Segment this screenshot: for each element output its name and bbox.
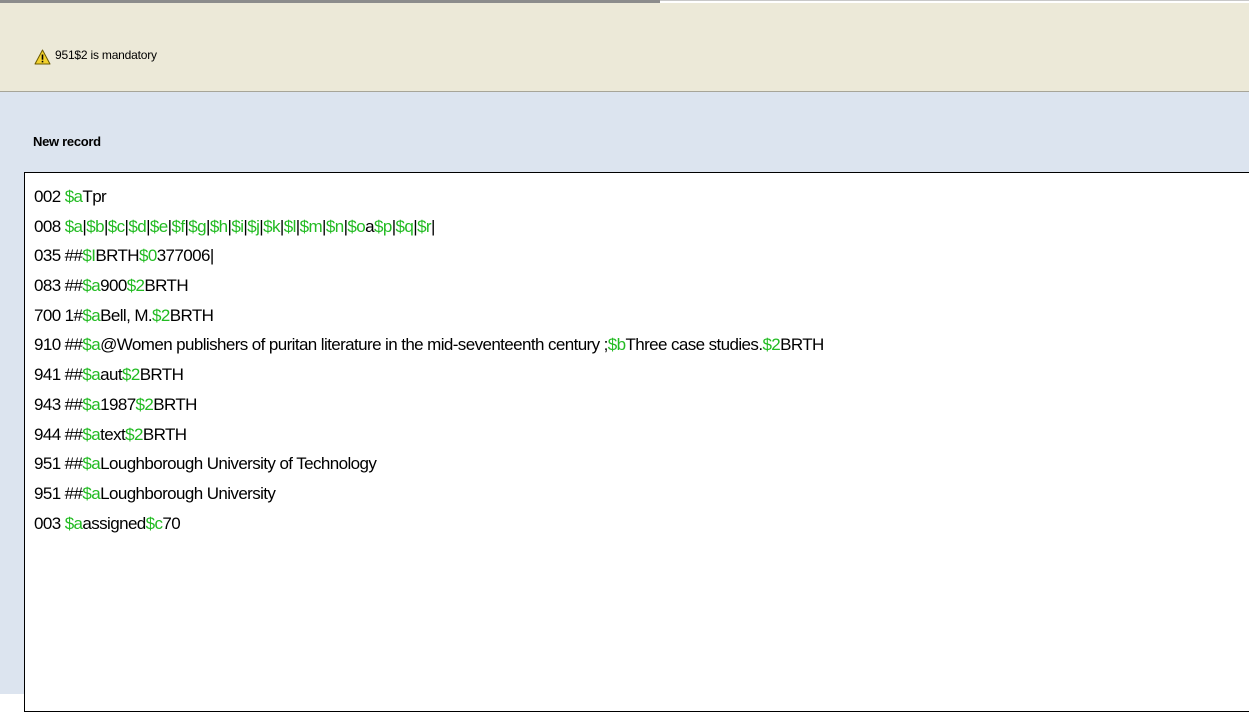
field-text: Bell, M. [100, 305, 153, 325]
field-text: 003 [34, 513, 65, 533]
subfield-code: $a [82, 483, 101, 503]
field-text: 035 ## [34, 246, 83, 266]
subfield-code: $2 [762, 335, 781, 355]
record-line[interactable]: 910 ##$a@Women publishers of puritan lit… [34, 330, 824, 360]
record-line[interactable]: 002 $aTpr [34, 182, 824, 212]
subfield-code: $2 [152, 305, 170, 325]
subfield-code: $j [247, 216, 260, 236]
record-line[interactable]: 003 $aassigned$c70 [34, 509, 824, 539]
field-text: aut [100, 365, 122, 385]
subfield-code: $o [347, 216, 366, 236]
subfield-code: $m [299, 216, 323, 236]
subfield-code: $k [263, 216, 280, 236]
record-line[interactable]: 951 ##$aLoughborough University [34, 479, 824, 509]
warning-message: 951$2 is mandatory [55, 48, 157, 62]
field-text: assigned [82, 513, 146, 533]
field-text: 951 ## [34, 483, 83, 503]
subfield-code: $b [86, 216, 104, 236]
field-text: 951 ## [34, 454, 83, 474]
panel-title: New record [33, 134, 101, 149]
field-text: BRTH [139, 365, 184, 385]
field-text: 700 1# [34, 305, 83, 325]
record-line[interactable]: 035 ##$IBRTH$0377006| [34, 241, 824, 271]
subfield-code: $p [373, 216, 392, 236]
field-text: @Women publishers of puritan literature … [100, 335, 608, 355]
subfield-code: $I [82, 246, 96, 266]
record-line[interactable]: 944 ##$atext$2BRTH [34, 420, 824, 450]
subfield-code: $c [107, 216, 125, 236]
subfield-code: $a [82, 276, 101, 296]
field-text: BRTH [95, 246, 139, 266]
record-line[interactable]: 943 ##$a1987$2BRTH [34, 390, 824, 420]
subfield-code: $0 [138, 246, 157, 266]
subfield-code: $h [209, 216, 228, 236]
field-text: 941 ## [34, 365, 83, 385]
field-text: BRTH [153, 394, 197, 414]
field-text: 70 [162, 513, 181, 533]
field-text: 002 [34, 187, 65, 206]
field-text: 083 ## [34, 276, 83, 296]
subfield-code: $2 [126, 276, 145, 296]
field-text: Tpr [82, 187, 107, 206]
subfield-code: $r [417, 216, 432, 236]
subfield-code: $b [607, 335, 626, 355]
subfield-code: $a [82, 394, 101, 414]
top-divider-light [660, 0, 1249, 1]
field-text: text [100, 424, 126, 444]
subfield-code: $a [82, 335, 101, 355]
field-text: BRTH [142, 424, 187, 444]
subfield-code: $g [188, 216, 206, 236]
subfield-code: $a [82, 454, 101, 474]
subfield-code: $f [171, 216, 185, 236]
record-line[interactable]: 008 $a|$b|$c|$d|$e|$f|$g|$h|$i|$j|$k|$l|… [34, 212, 824, 242]
field-text: Loughborough University [100, 483, 276, 503]
subfield-code: $e [149, 216, 168, 236]
subfield-code: $a [64, 187, 83, 206]
subfield-code: $n [325, 216, 344, 236]
record-line[interactable]: 941 ##$aaut$2BRTH [34, 360, 824, 390]
field-text: BRTH [144, 276, 188, 296]
warning-triangle-icon [34, 49, 51, 65]
field-text: 008 [34, 216, 65, 236]
subfield-code: $a [82, 424, 101, 444]
subfield-code: $a [82, 305, 101, 325]
field-text: 1987 [100, 394, 136, 414]
subfield-code: $q [395, 216, 414, 236]
field-text: 900 [100, 276, 127, 296]
record-line[interactable]: 083 ##$a900$2BRTH [34, 271, 824, 301]
subfield-code: $c [145, 513, 163, 533]
field-text: Three case studies. [625, 335, 763, 355]
record-lines: 002 $aTpr 008 $a|$b|$c|$d|$e|$f|$g|$h|$i|… [34, 182, 824, 538]
subfield-code: $a [64, 513, 83, 533]
field-text: 377006| [156, 246, 215, 266]
field-text: 943 ## [34, 394, 83, 414]
record-line[interactable]: 951 ##$aLoughborough University of Techn… [34, 449, 824, 479]
field-text: Loughborough University of Technology [100, 454, 377, 474]
field-text: BRTH [780, 335, 824, 355]
record-panel: New record 002 $aTpr 008 $a|$b|$c|$d|$e|$… [0, 92, 1249, 712]
subfield-code: $2 [125, 424, 143, 444]
record-editor[interactable]: 002 $aTpr 008 $a|$b|$c|$d|$e|$f|$g|$h|$i|… [24, 172, 1249, 712]
field-text: BRTH [169, 305, 214, 325]
field-text: | [430, 216, 435, 236]
subfield-code: $2 [135, 394, 154, 414]
subfield-code: $a [64, 216, 83, 236]
subfield-code: $l [283, 216, 297, 236]
field-text: 944 ## [34, 424, 83, 444]
warning-bar: 951$2 is mandatory [0, 3, 1249, 92]
field-text: a [365, 216, 374, 236]
subfield-code: $a [82, 365, 101, 385]
subfield-code: $i [231, 216, 244, 236]
record-line[interactable]: 700 1#$aBell, M.$2BRTH [34, 301, 824, 331]
subfield-code: $d [128, 216, 147, 236]
subfield-code: $2 [121, 365, 140, 385]
field-text: 910 ## [34, 335, 83, 355]
